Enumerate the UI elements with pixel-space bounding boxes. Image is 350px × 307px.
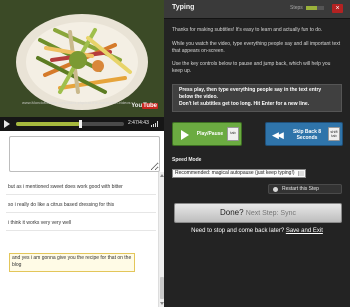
- instruction-box: Press play, then type everything people …: [172, 84, 342, 112]
- divider: [6, 212, 156, 213]
- panel-header: Typing Steps ×: [164, 0, 350, 19]
- restart-label: Restart this Step: [282, 186, 319, 192]
- intro-text: Use the key controls below to pause and …: [172, 61, 331, 74]
- play-icon: [181, 130, 189, 140]
- list-item[interactable]: i think it works very very well: [8, 220, 156, 226]
- list-item[interactable]: so i really do like a citrus based dress…: [8, 202, 156, 208]
- shift-tab-key-icon: shift tab: [328, 127, 340, 141]
- video-controls: 2:47/4:43: [0, 117, 164, 131]
- play-pause-label: Play/Pause: [196, 131, 224, 137]
- next-step-label: Next Step: Sync: [245, 210, 296, 217]
- time-display: 2:47/4:43: [128, 120, 149, 126]
- done-next-step-button[interactable]: Done? Next Step: Sync: [174, 203, 342, 223]
- video-column: www.MondoKitchen.com/index.php/eat-the-w…: [0, 0, 164, 307]
- list-item[interactable]: but as i mentioned sweet does work good …: [8, 184, 156, 190]
- seek-bar[interactable]: [16, 120, 124, 128]
- panel-title: Typing: [172, 4, 195, 11]
- close-button[interactable]: ×: [332, 4, 343, 13]
- play-icon[interactable]: [4, 120, 10, 128]
- divider: [6, 194, 156, 195]
- typing-panel: Typing Steps × Thanks for making subtitl…: [164, 0, 350, 307]
- speed-mode-value: Recommended: magical autopause (just kee…: [175, 170, 295, 176]
- speed-mode-label: Speed Mode: [172, 157, 202, 163]
- video-player[interactable]: www.MondoKitchen.com/index.php/eat-the-w…: [0, 0, 164, 117]
- steps-progress: [306, 6, 324, 10]
- video-watermark: www.MondoKitchen.com/index.php/eat-the-w…: [22, 100, 131, 105]
- youtube-logo: YouTube: [131, 103, 158, 109]
- play-pause-button[interactable]: Play/Pause tab: [172, 122, 242, 146]
- seek-handle[interactable]: [78, 120, 82, 128]
- tab-key-icon: tab: [227, 127, 239, 141]
- done-label: Done?: [219, 208, 244, 217]
- restart-icon: [273, 187, 278, 192]
- divider: [6, 230, 156, 231]
- steps-label: Steps: [290, 5, 303, 11]
- subtitle-list: but as i mentioned sweet does work good …: [0, 172, 164, 307]
- restart-step-button[interactable]: Restart this Step: [268, 184, 342, 194]
- footer: Need to stop and come back later? Save a…: [164, 228, 350, 234]
- rewind-icon: ◀◀: [272, 130, 284, 140]
- chevron-down-icon: [298, 171, 304, 176]
- skip-back-button[interactable]: ◀◀ Skip Back 8 Seconds shift tab: [265, 122, 343, 146]
- speed-mode-select[interactable]: Recommended: magical autopause (just kee…: [172, 169, 306, 178]
- footer-text: Need to stop and come back later?: [191, 228, 285, 234]
- instruction-text: Press play, then type everything people …: [179, 87, 322, 100]
- intro-text: While you watch the video, type everythi…: [172, 41, 341, 54]
- subtitle-entry-field[interactable]: [9, 136, 160, 172]
- volume-icon[interactable]: [151, 121, 159, 127]
- save-and-exit-link[interactable]: Save and Exit: [286, 228, 323, 234]
- seek-progress: [16, 122, 80, 126]
- instruction-text: Don't let subtitles get too long. Hit En…: [179, 101, 310, 107]
- current-subtitle-edit[interactable]: and yes i am gonna give you the recipe f…: [9, 253, 135, 272]
- skip-back-label: Skip Back 8 Seconds: [292, 129, 322, 141]
- intro-text: Thanks for making subtitles! It's easy t…: [172, 27, 323, 33]
